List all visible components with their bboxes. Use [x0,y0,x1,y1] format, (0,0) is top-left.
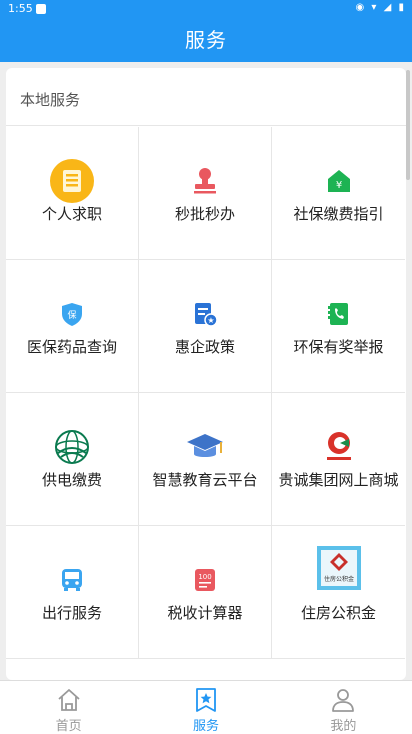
phone-report-icon [317,292,361,336]
service-label: 税收计算器 [167,604,243,622]
home-icon [56,687,82,713]
social-security-icon: ¥ [317,159,361,203]
service-housing-fund[interactable]: 住房公积金 住房公积金 [272,526,405,659]
service-personal-job[interactable]: 个人求职 [6,127,139,260]
policy-document-icon: ★ [183,292,227,336]
service-social-security[interactable]: ¥ 社保缴费指引 [272,127,405,260]
nav-service-label: 服务 [192,719,219,734]
housing-fund-icon: 住房公积金 [316,546,361,590]
svg-text:保: 保 [67,309,76,321]
service-label: 惠企政策 [174,338,235,356]
service-label: 住房公积金 [300,604,376,622]
housing-fund-logo-text: 住房公积金 [323,575,353,583]
service-star-icon [193,687,219,713]
service-business-policy[interactable]: ★ 惠企政策 [139,260,272,393]
status-bar: 1:55 ◉ ▾ ◢ ▮ [0,0,412,18]
service-travel[interactable]: 出行服务 [6,526,139,659]
local-services-card: 本地服务 个人求职 秒批秒办 ¥ 社保缴费指引 保 医保药品查询 ★ 惠企政策 … [6,68,406,680]
medical-insurance-icon: 保 [50,292,94,336]
status-icons: ◉ ▾ ◢ ▮ [355,2,406,13]
service-label: 医保药品查询 [26,338,117,356]
notification-icon [36,4,46,14]
power-grid-logo-icon [50,425,94,469]
app-bar: 服务 [0,18,412,62]
nav-profile[interactable]: 我的 [275,681,412,734]
nav-home-label: 首页 [55,719,82,734]
section-title: 本地服务 [6,68,406,126]
scrollbar[interactable] [406,70,410,180]
service-environment-report[interactable]: 环保有奖举报 [272,260,405,393]
profile-icon [330,687,356,713]
tax-badge-text: 100 [198,573,211,581]
nav-service[interactable]: 服务 [137,681,274,734]
service-smart-education[interactable]: 智慧教育云平台 [139,393,272,526]
nav-profile-label: 我的 [330,719,357,734]
graduation-cap-icon [183,425,227,469]
service-label: 贵诚集团网上商城 [278,471,399,489]
service-quick-approval[interactable]: 秒批秒办 [139,127,272,260]
service-label: 秒批秒办 [174,205,235,223]
service-label: 个人求职 [41,205,102,223]
service-label: 智慧教育云平台 [152,471,258,489]
guicheng-logo-icon [317,425,361,469]
service-label: 出行服务 [41,604,102,622]
svg-text:★: ★ [207,316,214,325]
nav-home[interactable]: 首页 [0,681,137,734]
service-label: 环保有奖举报 [293,338,384,356]
status-time: 1:55 [8,2,33,15]
job-search-icon [50,159,94,203]
bus-icon [50,558,94,602]
service-electricity-payment[interactable]: 供电缴费 [6,393,139,526]
page-title: 服务 [185,28,227,52]
service-guicheng-mall[interactable]: 贵诚集团网上商城 [272,393,405,526]
service-label: 社保缴费指引 [293,205,384,223]
svg-text:¥: ¥ [335,180,341,191]
bottom-nav: 首页 服务 我的 [0,680,412,734]
stamp-icon [183,159,227,203]
service-tax-calculator[interactable]: 100 税收计算器 [139,526,272,659]
service-label: 供电缴费 [41,471,102,489]
tax-calculator-icon: 100 [183,558,227,602]
service-medical-drug-query[interactable]: 保 医保药品查询 [6,260,139,393]
